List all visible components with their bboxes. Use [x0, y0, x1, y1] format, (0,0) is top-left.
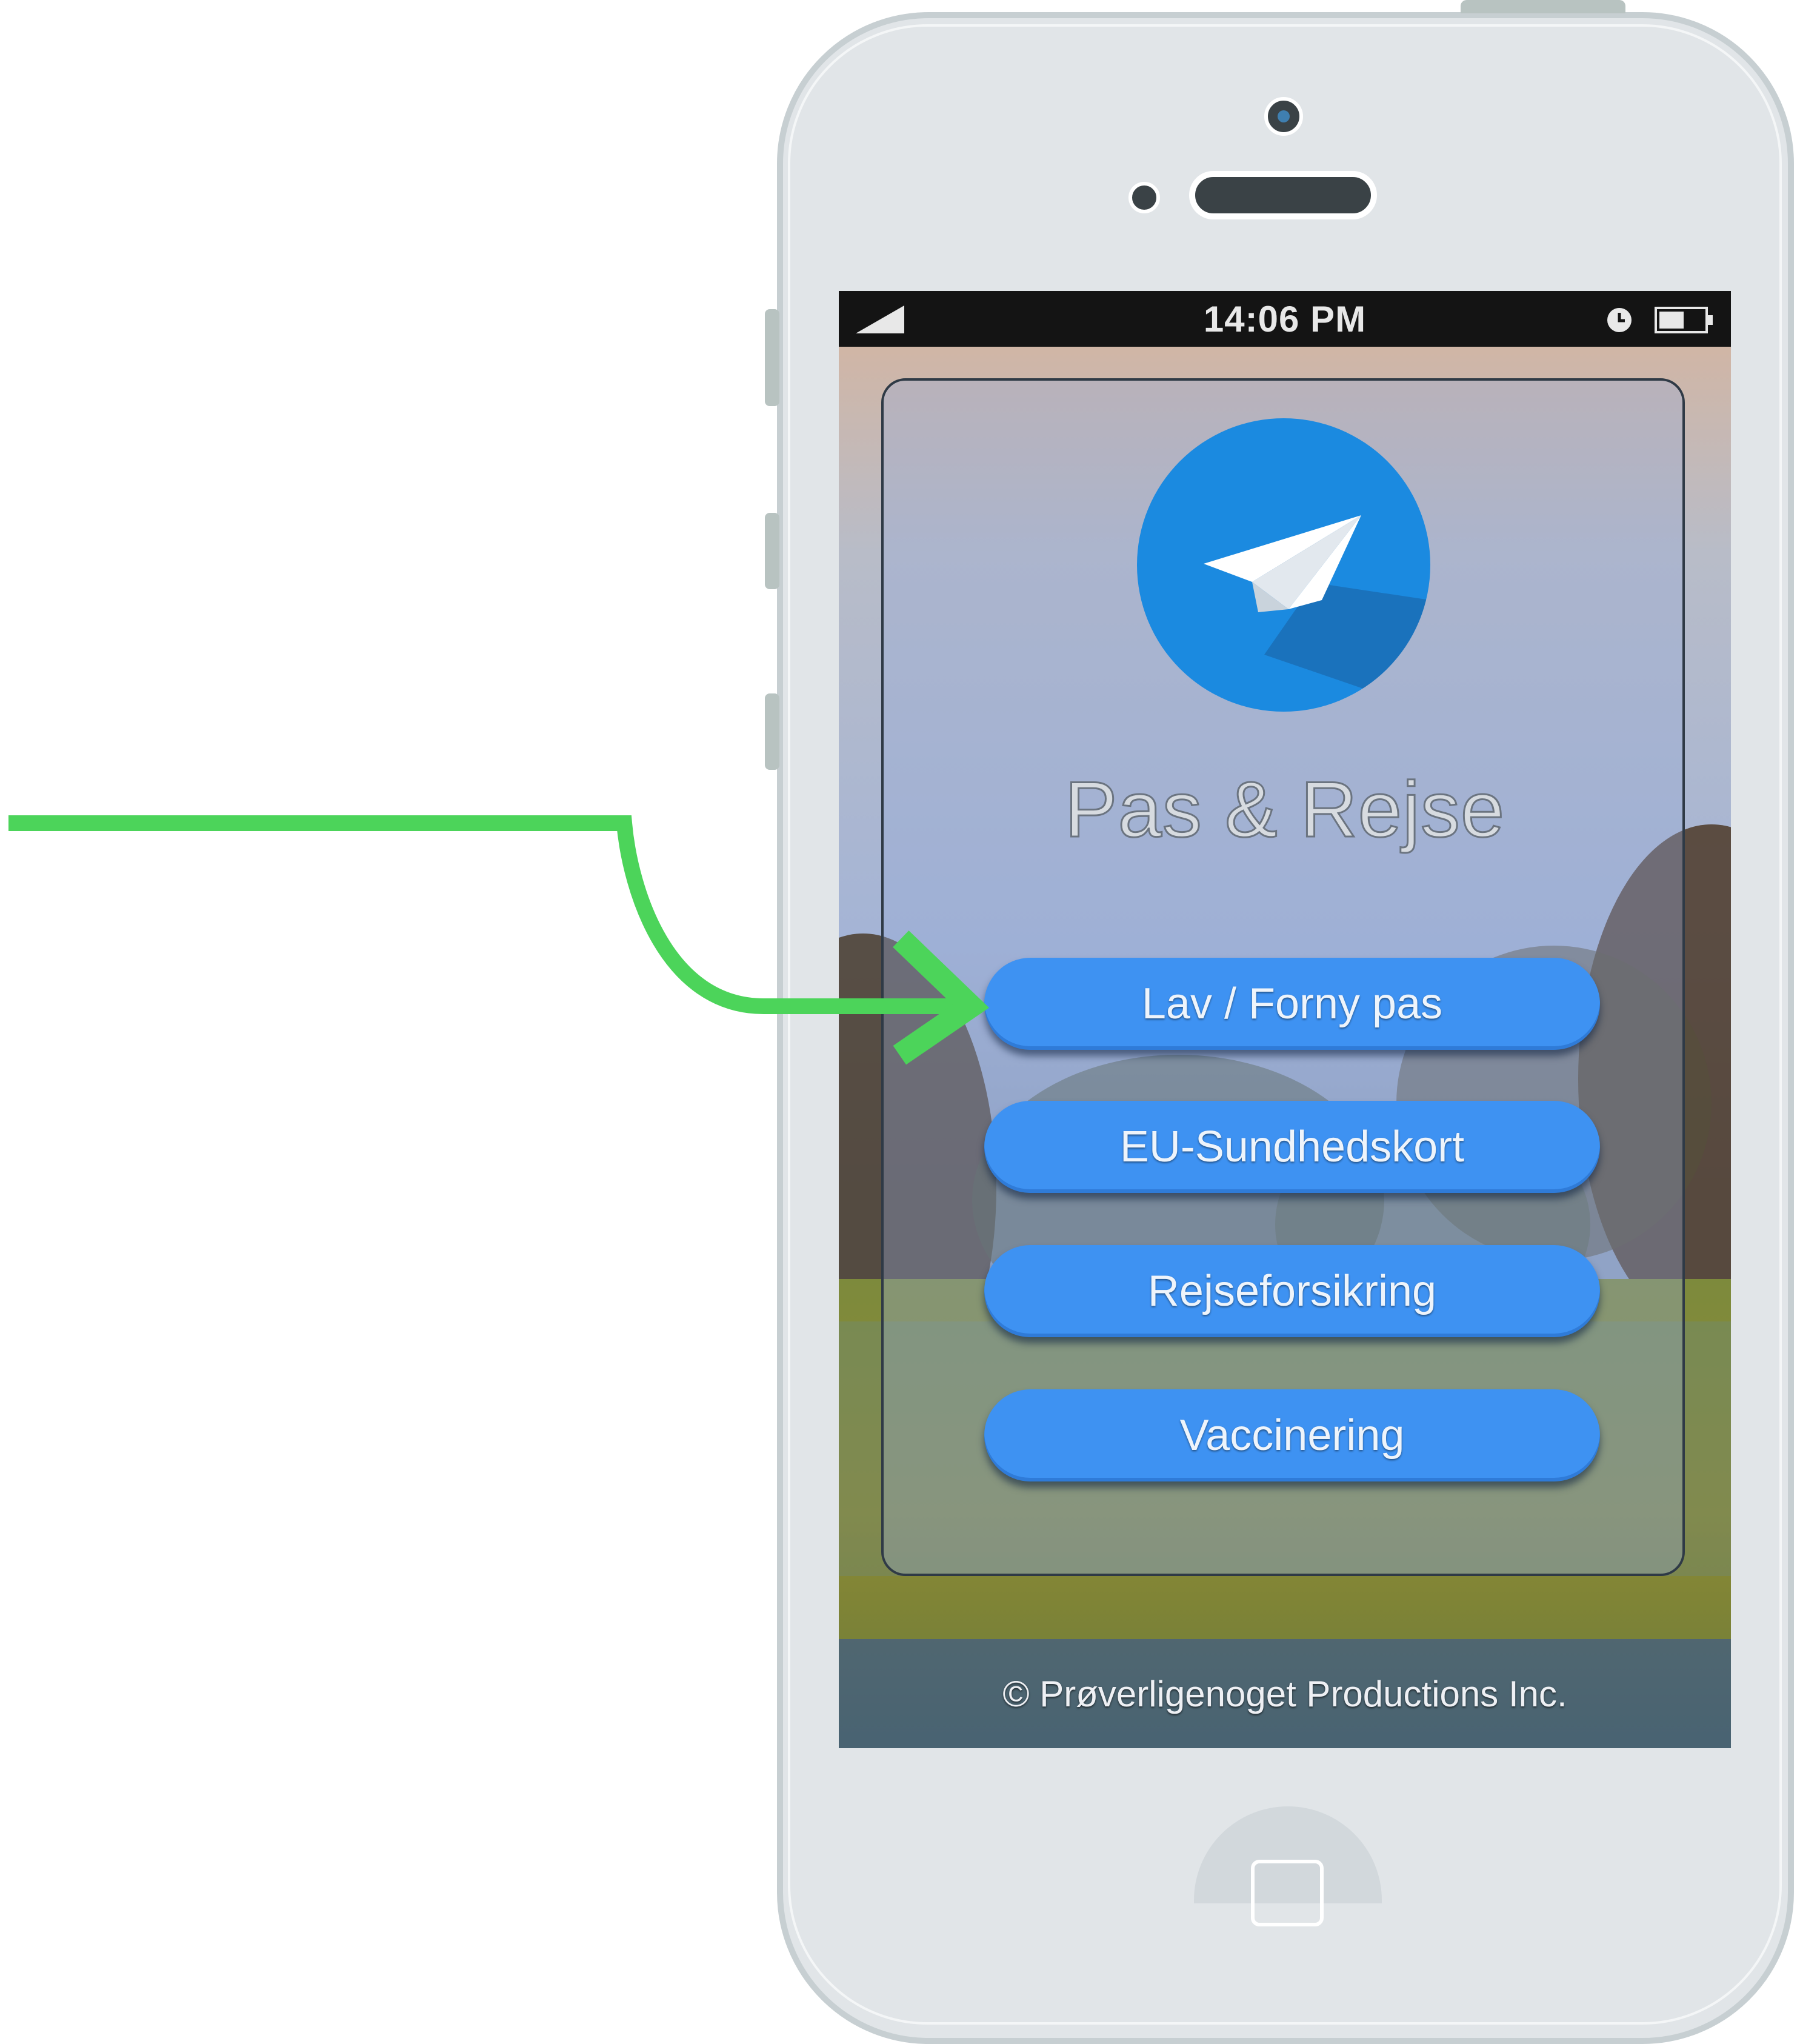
- annotation-arrow: [8, 815, 989, 1065]
- arrow-head-icon: [893, 930, 989, 1065]
